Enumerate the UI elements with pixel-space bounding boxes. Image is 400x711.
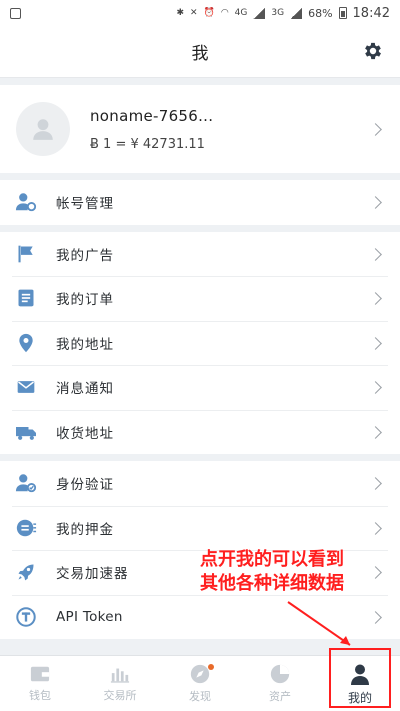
network-3g-label: 3G	[271, 8, 285, 18]
flag-icon	[14, 242, 38, 266]
signal-icon	[253, 7, 266, 19]
chevron-right-icon	[369, 196, 382, 209]
tab-wallet[interactable]: 钱包	[0, 656, 80, 711]
menu-item-my-orders[interactable]: 我的订单	[0, 276, 400, 321]
annotation-text: 点开我的可以看到 其他各种详细数据	[200, 548, 344, 596]
status-bar: ✱ ✕ ⏰ ◠ 4G 3G 68% 18:42	[0, 0, 400, 26]
tab-label: 钱包	[29, 689, 51, 702]
location-pin-icon	[14, 331, 38, 355]
notification-dot	[208, 664, 214, 670]
alarm-icon: ⏰	[203, 8, 215, 18]
annotation-highlight-box	[329, 648, 391, 708]
gallery-notification-icon	[10, 7, 21, 19]
chevron-right-icon	[369, 247, 382, 261]
btc-exchange-rate: Ƀ 1 = ¥ 42731.11	[90, 136, 205, 152]
chevron-right-icon	[369, 381, 382, 394]
chevron-right-icon	[369, 610, 382, 624]
annotation-line: 点开我的可以看到	[200, 549, 344, 570]
tab-discover[interactable]: 发现	[160, 656, 240, 711]
menu-item-label: 收货地址	[56, 425, 114, 442]
signal-icon	[290, 7, 303, 19]
bar-chart-icon	[110, 668, 130, 683]
avatar	[16, 102, 70, 156]
tab-label: 发现	[189, 690, 211, 703]
bluetooth-icon: ✱	[176, 8, 185, 18]
menu-item-account-management[interactable]: 帐号管理	[0, 180, 400, 225]
truck-icon	[14, 420, 38, 444]
chevron-right-icon	[369, 566, 382, 579]
menu-item-my-ads[interactable]: 我的广告	[0, 232, 400, 277]
wallet-icon	[30, 666, 50, 682]
chevron-right-icon	[369, 521, 382, 535]
profile-username: noname-7656...	[90, 106, 214, 125]
menu-item-label: 我的地址	[56, 336, 114, 353]
mail-icon	[14, 375, 38, 399]
order-list-icon	[14, 286, 38, 310]
menu-item-label: 身份验证	[56, 477, 114, 494]
battery-icon	[338, 7, 347, 19]
clock-time: 18:42	[352, 5, 390, 21]
user-settings-icon	[14, 190, 38, 214]
deposit-icon	[14, 516, 38, 540]
menu-group-main: 我的广告 我的订单 我的地址 消息通知 收货地址	[0, 231, 400, 455]
menu-item-api-token[interactable]: API Token	[0, 594, 400, 640]
chevron-right-icon	[369, 477, 382, 490]
tab-label: 资产	[269, 690, 291, 703]
menu-item-my-deposit[interactable]: 我的押金	[0, 505, 400, 551]
menu-group-account: 帐号管理	[0, 180, 400, 225]
user-verified-icon	[14, 471, 38, 495]
rocket-icon	[14, 560, 38, 584]
page-title: 我	[191, 44, 209, 64]
user-placeholder-icon	[33, 119, 53, 140]
chevron-right-icon	[369, 425, 382, 439]
battery-percent: 68%	[308, 6, 333, 20]
tab-assets[interactable]: 资产	[240, 656, 320, 711]
annotation-line: 其他各种详细数据	[200, 573, 344, 594]
gear-icon[interactable]	[362, 40, 384, 62]
tab-exchange[interactable]: 交易所	[80, 656, 160, 711]
pie-chart-icon	[270, 664, 290, 684]
chevron-right-icon	[369, 123, 382, 136]
menu-item-notifications[interactable]: 消息通知	[0, 365, 400, 410]
menu-item-label: 我的广告	[56, 247, 114, 264]
menu-item-identity-verification[interactable]: 身份验证	[0, 461, 400, 506]
menu-item-label: 我的订单	[56, 292, 114, 309]
menu-item-label: 交易加速器	[56, 566, 129, 583]
menu-item-label: 我的押金	[56, 521, 114, 538]
menu-item-shipping-address[interactable]: 收货地址	[0, 409, 400, 455]
network-4g-label: 4G	[234, 8, 248, 18]
menu-item-label: 帐号管理	[56, 196, 114, 213]
chevron-right-icon	[369, 336, 382, 350]
menu-item-label: API Token	[56, 608, 123, 625]
menu-item-my-address[interactable]: 我的地址	[0, 320, 400, 366]
mute-icon: ✕	[190, 8, 198, 18]
chevron-right-icon	[369, 292, 382, 305]
token-icon	[14, 605, 38, 629]
wifi-icon: ◠	[220, 8, 229, 18]
tab-label: 交易所	[103, 689, 137, 702]
menu-item-label: 消息通知	[56, 381, 114, 398]
top-nav-bar: 我	[0, 26, 400, 78]
profile-card[interactable]: noname-7656... Ƀ 1 = ¥ 42731.11	[0, 85, 400, 173]
